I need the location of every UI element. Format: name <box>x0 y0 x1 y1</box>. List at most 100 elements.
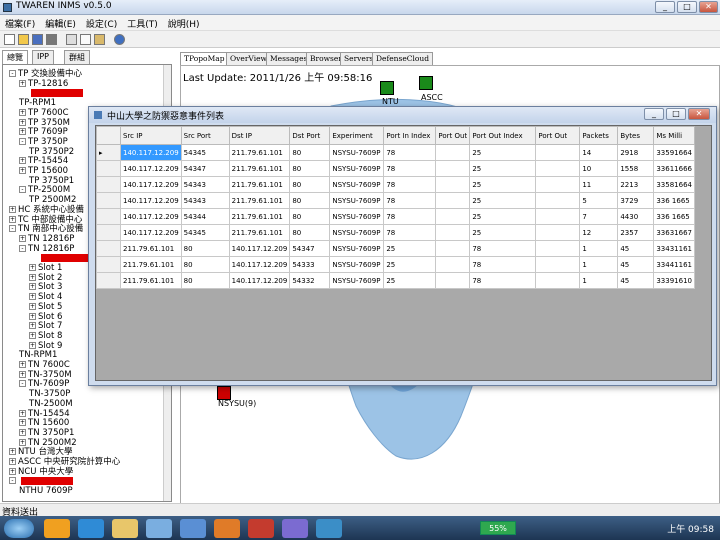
table-cell[interactable]: 33391610 <box>653 272 695 289</box>
taskbar-app-explorer[interactable] <box>112 519 138 538</box>
table-cell[interactable]: 25 <box>469 208 537 225</box>
table-cell[interactable]: 54347 <box>289 240 331 257</box>
collapse-icon[interactable]: - <box>19 244 26 252</box>
expand-icon[interactable]: + <box>19 167 26 174</box>
expand-icon[interactable]: + <box>29 312 36 320</box>
expand-icon[interactable]: + <box>29 293 36 301</box>
right-tab-2[interactable]: Messages <box>266 52 312 65</box>
table-cell[interactable] <box>435 176 471 193</box>
node-ntu[interactable] <box>380 81 394 95</box>
table-cell[interactable]: 25 <box>469 160 537 177</box>
table-cell[interactable] <box>435 208 471 225</box>
table-cell[interactable]: 25 <box>383 240 437 257</box>
expand-icon[interactable]: + <box>19 370 26 378</box>
table-cell[interactable]: 211.79.61.101 <box>228 208 291 225</box>
tree-node[interactable]: + TN 7600C <box>19 360 70 370</box>
table-cell[interactable]: 54344 <box>180 208 230 225</box>
table-cell[interactable]: 54343 <box>180 176 230 193</box>
expand-icon[interactable]: + <box>29 341 36 349</box>
copy-icon[interactable] <box>80 34 91 45</box>
expand-icon[interactable]: + <box>29 302 36 310</box>
table-cell[interactable]: 80 <box>180 272 230 289</box>
tree-node[interactable]: TN-3750P <box>29 389 70 399</box>
row-header[interactable] <box>96 192 121 209</box>
table-cell[interactable]: 5 <box>579 192 619 209</box>
table-cell[interactable] <box>535 208 581 225</box>
column-header[interactable]: Dst IP <box>228 126 291 145</box>
table-cell[interactable]: 2357 <box>617 224 655 241</box>
table-row[interactable]: ▸ 140.117.12.209 54345 211.79.61.101 80 NSYSU… <box>96 144 695 161</box>
row-header[interactable] <box>96 208 121 225</box>
expand-icon[interactable]: + <box>19 79 26 87</box>
table-cell[interactable]: 25 <box>469 144 537 161</box>
table-cell[interactable]: NSYSU-7609P <box>329 272 385 289</box>
tree-node[interactable]: + TP 3750M <box>19 118 70 128</box>
tree-node[interactable]: TN-2500M <box>29 399 73 409</box>
tree-node[interactable]: + TP-12816 <box>19 79 68 89</box>
battery-indicator[interactable]: 55% <box>480 521 516 535</box>
tree-node[interactable]: + TC 中部設備中心 <box>9 215 82 225</box>
event-grid[interactable]: Src IP Src Port Dst IP Dst Port Experiment Po… <box>95 125 712 381</box>
column-header[interactable]: Port Out <box>435 126 471 145</box>
dialog-minimize-button[interactable]: _ <box>644 108 664 120</box>
paste-icon[interactable] <box>94 34 105 45</box>
table-cell[interactable]: 25 <box>469 224 537 241</box>
table-cell[interactable]: 140.117.12.209 <box>228 272 291 289</box>
table-cell[interactable] <box>535 144 581 161</box>
table-cell[interactable]: 211.79.61.101 <box>120 240 182 257</box>
left-tab-2[interactable]: 群組 <box>64 50 90 64</box>
menu-item-2[interactable]: 設定(C) <box>81 15 122 32</box>
table-cell[interactable]: 11 <box>579 176 619 193</box>
table-cell[interactable]: 1558 <box>617 160 655 177</box>
row-header[interactable] <box>96 176 121 193</box>
row-header[interactable] <box>96 224 121 241</box>
node-ascc[interactable] <box>419 76 433 90</box>
table-cell[interactable] <box>535 272 581 289</box>
expand-icon[interactable]: + <box>19 428 26 436</box>
table-cell[interactable]: 33581664 <box>653 176 695 193</box>
collapse-icon[interactable]: - <box>9 70 16 77</box>
tree-node[interactable]: + Slot 7 <box>29 321 62 331</box>
tree-node[interactable]: - <box>9 476 18 486</box>
table-cell[interactable]: 80 <box>289 144 331 161</box>
table-cell[interactable] <box>435 272 471 289</box>
table-cell[interactable]: 140.117.12.209 <box>120 224 182 241</box>
table-cell[interactable]: 140.117.12.209 <box>120 192 182 209</box>
table-cell[interactable]: 54347 <box>180 160 230 177</box>
expand-icon[interactable]: + <box>19 157 26 165</box>
table-cell[interactable]: 78 <box>383 160 437 177</box>
taskbar-app-powerpoint[interactable] <box>248 519 274 538</box>
table-cell[interactable]: 78 <box>383 176 437 193</box>
table-cell[interactable] <box>535 176 581 193</box>
table-cell[interactable]: 3729 <box>617 192 655 209</box>
table-row[interactable]: 140.117.12.209 54343 211.79.61.101 80 NSYSU-… <box>96 176 695 193</box>
tree-node[interactable]: TP-RPM1 <box>19 98 56 108</box>
column-header[interactable]: Bytes <box>617 126 655 145</box>
table-cell[interactable]: 80 <box>289 224 331 241</box>
table-cell[interactable]: 33591664 <box>653 144 695 161</box>
expand-icon[interactable]: + <box>9 205 16 213</box>
column-header[interactable]: Src Port <box>180 126 230 145</box>
print-icon[interactable] <box>46 34 57 45</box>
collapse-icon[interactable]: - <box>19 137 26 145</box>
tree-node[interactable]: + ASCC 中央研究院計算中心 <box>9 457 120 467</box>
tree-node[interactable]: NTHU 7609P <box>19 486 73 496</box>
collapse-icon[interactable]: - <box>9 225 16 233</box>
table-cell[interactable]: 12 <box>579 224 619 241</box>
table-cell[interactable]: NSYSU-7609P <box>329 208 385 225</box>
tree-node[interactable]: + TP-15454 <box>19 156 68 166</box>
taskbar-app-ie[interactable] <box>78 519 104 538</box>
table-cell[interactable]: NSYSU-7609P <box>329 256 385 273</box>
tree-node[interactable]: + Slot 9 <box>29 341 62 351</box>
table-cell[interactable]: 33441161 <box>653 256 695 273</box>
table-cell[interactable]: 45 <box>617 240 655 257</box>
table-cell[interactable]: NSYSU-7609P <box>329 224 385 241</box>
tree-alert-highlight[interactable] <box>31 89 83 98</box>
table-cell[interactable]: 80 <box>289 176 331 193</box>
table-cell[interactable]: NSYSU-7609P <box>329 176 385 193</box>
table-row[interactable]: 211.79.61.101 80 140.117.12.209 54332 NSYSU-… <box>96 272 695 289</box>
maximize-button[interactable]: □ <box>677 1 697 13</box>
table-cell[interactable] <box>535 240 581 257</box>
table-cell[interactable] <box>535 256 581 273</box>
table-cell[interactable]: 45 <box>617 272 655 289</box>
